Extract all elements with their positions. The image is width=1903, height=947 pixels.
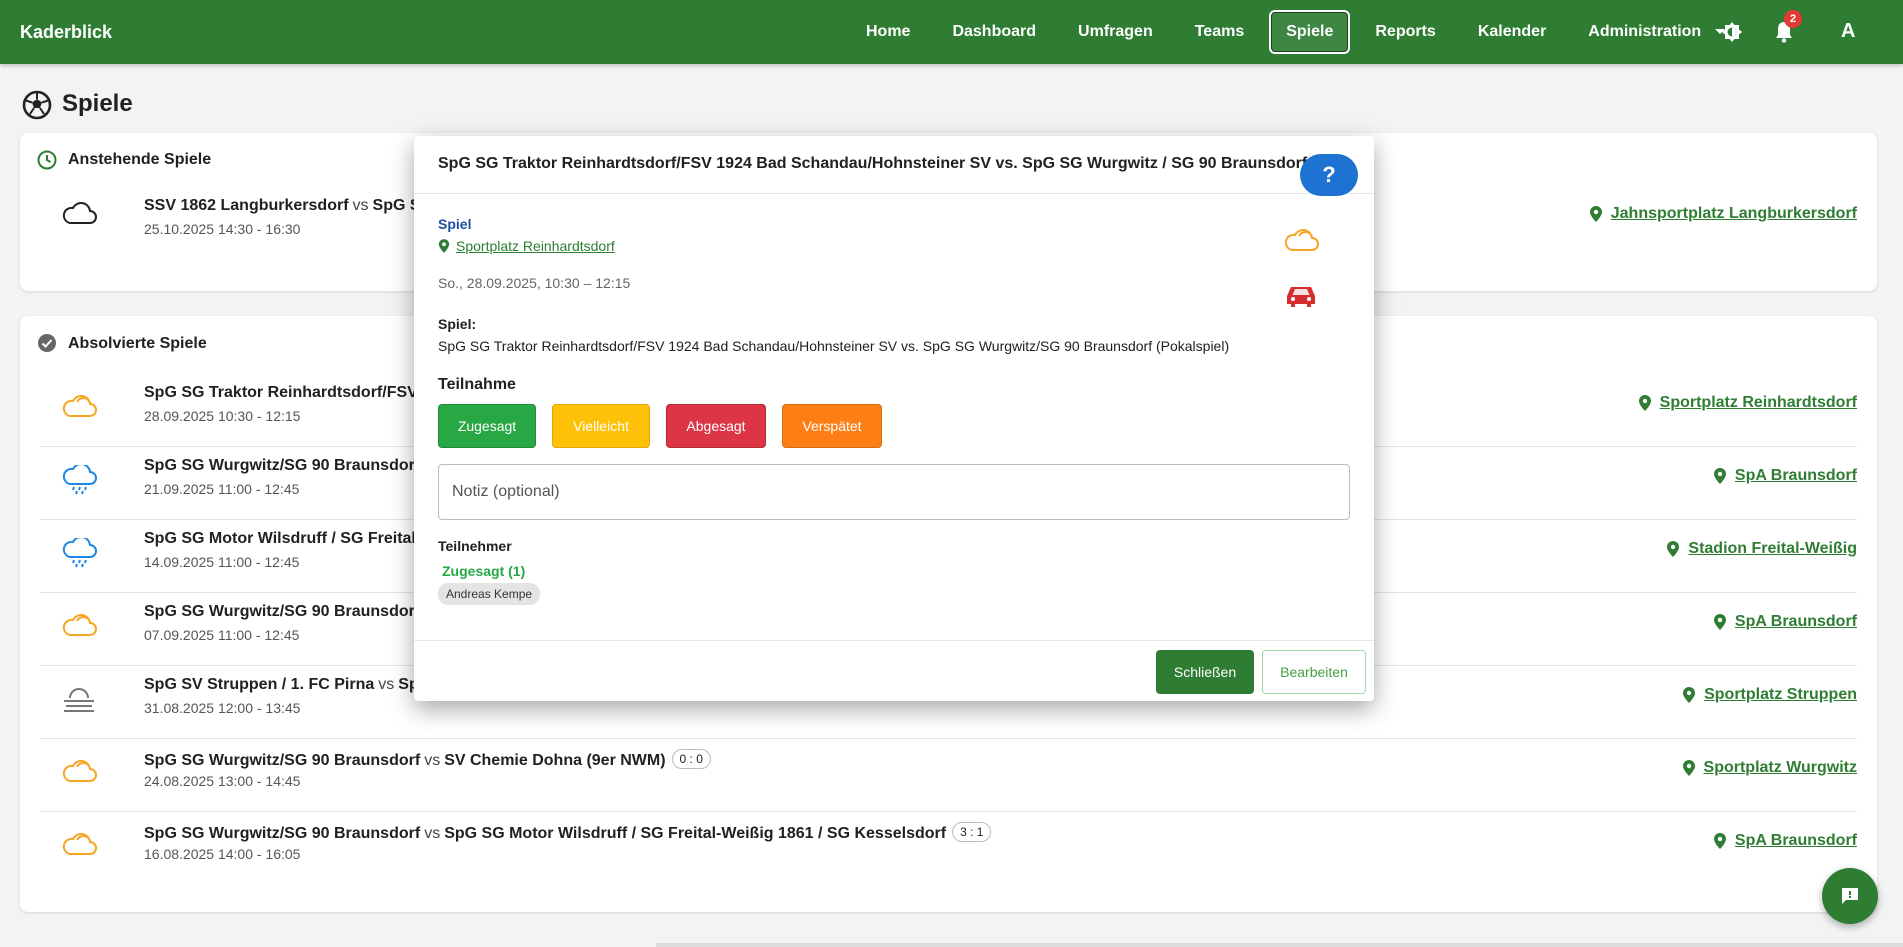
fog-icon bbox=[64, 688, 94, 712]
nav-home[interactable]: Home bbox=[849, 10, 927, 54]
car-icon[interactable] bbox=[1284, 282, 1318, 308]
location-pin-icon bbox=[1713, 833, 1726, 849]
participants-title: Teilnehmer bbox=[438, 538, 512, 554]
help-button[interactable]: ? bbox=[1300, 154, 1358, 196]
location-pin-icon bbox=[1713, 614, 1726, 630]
dialog-header: SpG SG Traktor Reinhardtsdorf/FSV 1924 B… bbox=[414, 136, 1374, 194]
game-teams: SpG SG Wurgwitz/SG 90 Braunsdorfvs bbox=[144, 603, 440, 620]
accepted-count-label[interactable]: Zugesagt (1) bbox=[442, 563, 525, 579]
cloud-icon bbox=[62, 395, 97, 417]
soccer-ball-icon bbox=[22, 90, 52, 120]
location-pin-icon bbox=[1713, 468, 1726, 484]
cloud-icon bbox=[62, 202, 97, 224]
user-avatar[interactable]: A bbox=[1841, 20, 1855, 43]
dialog-footer-divider bbox=[414, 640, 1374, 641]
location-pin-icon bbox=[1589, 206, 1602, 222]
close-button[interactable]: Schließen bbox=[1156, 650, 1254, 694]
completed-game-row[interactable]: SpG SG Wurgwitz/SG 90 Braunsdorf vs SpG SG… bbox=[40, 812, 1857, 885]
brightness-icon[interactable] bbox=[1720, 20, 1744, 44]
spiel-description: SpG SG Traktor Reinhardtsdorf/FSV 1924 B… bbox=[438, 338, 1230, 354]
game-date: 31.08.2025 12:00 - 13:45 bbox=[144, 700, 301, 716]
clock-icon bbox=[37, 150, 57, 170]
upcoming-games-title: Anstehende Spiele bbox=[68, 151, 212, 168]
rsvp-maybe-button[interactable]: Vielleicht bbox=[552, 404, 650, 448]
notification-badge: 2 bbox=[1784, 10, 1802, 28]
completed-games-title: Absolvierte Spiele bbox=[68, 335, 207, 352]
score-badge: 0 : 0 bbox=[671, 749, 711, 769]
game-teams: SpG SG Wurgwitz/SG 90 Braunsdorf vs SV Che… bbox=[144, 749, 711, 770]
chat-icon bbox=[1842, 888, 1858, 904]
edit-button[interactable]: Bearbeiten bbox=[1262, 650, 1366, 694]
spiel-label: Spiel: bbox=[438, 316, 477, 332]
nav-reports[interactable]: Reports bbox=[1358, 10, 1452, 54]
participant-chip: Andreas Kempe bbox=[438, 583, 541, 605]
game-detail-dialog: SpG SG Traktor Reinhardtsdorf/FSV 1924 B… bbox=[414, 136, 1374, 701]
venue-link[interactable]: Sportplatz Reinhardtsdorf bbox=[1638, 394, 1857, 412]
game-teams: SpG SG Wurgwitz/SG 90 Braunsdorf vs SpG SG… bbox=[144, 822, 992, 843]
cloud-icon bbox=[62, 833, 97, 855]
location-pin-icon bbox=[1667, 541, 1680, 557]
game-date: 07.09.2025 11:00 - 12:45 bbox=[144, 627, 300, 643]
rsvp-decline-button[interactable]: Abgesagt bbox=[666, 404, 766, 448]
rain-icon bbox=[62, 465, 97, 495]
cloud-icon bbox=[62, 614, 97, 636]
venue-link[interactable]: Jahnsportplatz Langburkersdorf bbox=[1589, 205, 1857, 223]
nav-umfragen[interactable]: Umfragen bbox=[1061, 10, 1170, 54]
venue-link[interactable]: SpA Braunsdorf bbox=[1713, 467, 1857, 485]
nav-spiele[interactable]: Spiele bbox=[1269, 10, 1351, 54]
cloud-icon bbox=[1284, 229, 1319, 251]
nav-dashboard[interactable]: Dashboard bbox=[935, 10, 1053, 54]
location-pin-icon bbox=[438, 239, 450, 253]
brand-logo[interactable]: Kaderblick bbox=[20, 22, 112, 43]
check-circle-icon bbox=[38, 334, 56, 352]
completed-game-row[interactable]: SpG SG Wurgwitz/SG 90 Braunsdorf vs SV Che… bbox=[40, 739, 1857, 812]
rsvp-accept-button[interactable]: Zugesagt bbox=[438, 404, 536, 448]
feedback-button[interactable] bbox=[1822, 868, 1878, 924]
venue-link[interactable]: SpA Braunsdorf bbox=[1713, 613, 1857, 631]
game-date: 16.08.2025 14:00 - 16:05 bbox=[144, 846, 301, 862]
game-date: 21.09.2025 11:00 - 12:45 bbox=[144, 481, 300, 497]
location-pin-icon bbox=[1638, 395, 1651, 411]
venue-link[interactable]: SpA Braunsdorf bbox=[1713, 832, 1857, 850]
note-input[interactable]: Notiz (optional) bbox=[438, 464, 1350, 520]
score-badge: 3 : 1 bbox=[952, 822, 992, 842]
nav-administration[interactable]: Administration bbox=[1571, 10, 1742, 54]
game-teams: SpG SG Motor Wilsdruff / SG Freital-We bbox=[144, 530, 445, 547]
venue-link[interactable]: Sportplatz Struppen bbox=[1682, 686, 1857, 704]
game-teams: SpG SG Wurgwitz/SG 90 Braunsdorfvs bbox=[144, 457, 440, 474]
rain-icon bbox=[62, 538, 97, 568]
game-date: 14.09.2025 11:00 - 12:45 bbox=[144, 554, 300, 570]
event-type-label: Spiel bbox=[438, 216, 472, 232]
cloud-icon bbox=[62, 760, 97, 782]
nav-kalender[interactable]: Kalender bbox=[1461, 10, 1563, 54]
page-title: Spiele bbox=[62, 90, 133, 117]
game-teams: SpG SG Traktor Reinhardtsdorf/FSV 192 bbox=[144, 384, 449, 401]
participation-title: Teilnahme bbox=[438, 376, 516, 393]
main-nav: Home Dashboard Umfragen Teams Spiele Rep… bbox=[845, 0, 1746, 64]
nav-administration-label: Administration bbox=[1588, 23, 1702, 40]
venue-link[interactable]: Sportplatz Wurgwitz bbox=[1682, 759, 1857, 777]
bottom-scroll-edge bbox=[656, 943, 1903, 947]
nav-teams[interactable]: Teams bbox=[1178, 10, 1262, 54]
location-pin-icon bbox=[1682, 760, 1695, 776]
game-date: 28.09.2025 10:30 - 12:15 bbox=[144, 408, 301, 424]
dialog-venue-link[interactable]: Sportplatz Reinhardtsdorf bbox=[438, 238, 615, 254]
venue-link[interactable]: Stadion Freital-Weißig bbox=[1666, 540, 1857, 558]
game-date: 25.10.2025 14:30 - 16:30 bbox=[144, 221, 301, 237]
game-date: 24.08.2025 13:00 - 14:45 bbox=[144, 773, 301, 789]
dialog-title: SpG SG Traktor Reinhardtsdorf/FSV 1924 B… bbox=[438, 155, 1308, 172]
rsvp-late-button[interactable]: Verspätet bbox=[782, 404, 882, 448]
dialog-datetime: So., 28.09.2025, 10:30 – 12:15 bbox=[438, 275, 631, 291]
location-pin-icon bbox=[1683, 687, 1696, 703]
game-teams: SSV 1862 Langburkersdorf vs SpG SG W bbox=[144, 197, 453, 214]
game-teams: SpG SV Struppen / 1. FC PirnavsSpG S bbox=[144, 676, 446, 693]
